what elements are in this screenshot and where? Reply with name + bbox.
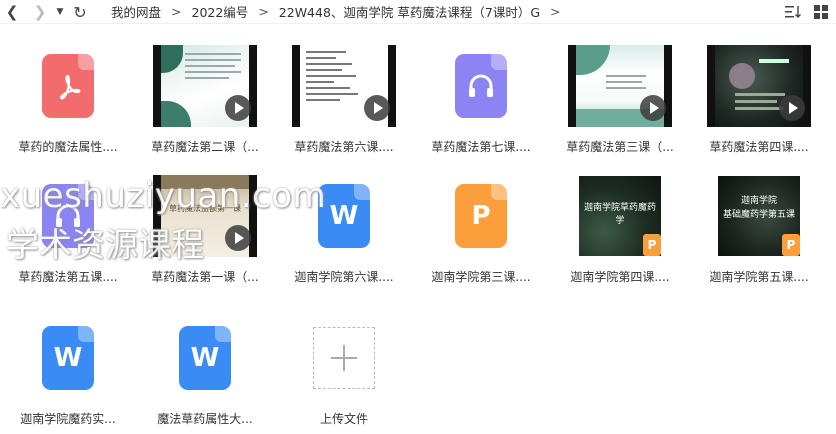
sort-icon [785, 6, 801, 18]
breadcrumb-item-root[interactable]: 我的网盘 [111, 2, 161, 21]
breadcrumb-trail-marker[interactable]: > [550, 4, 560, 19]
plus-icon [331, 345, 357, 371]
file-name: 迦南学院魔药实... [20, 412, 116, 426]
file-name: 草药魔法第五课.... [18, 270, 118, 284]
file-item[interactable]: 草药魔法第二课（... [140, 34, 270, 154]
breadcrumb-separator: > [258, 4, 269, 19]
forward-arrow-icon: ❯ [33, 3, 47, 21]
file-item[interactable]: 草药的魔法属性.... [3, 34, 133, 154]
ppt-badge-icon: P [643, 234, 661, 256]
audio-file-icon [455, 54, 507, 118]
ppt-thumbnail: 迦南学院 基础魔药学第五课 P [718, 176, 800, 256]
ppt-badge-icon: P [782, 234, 800, 256]
file-item[interactable]: 迦南学院草药魔药学 P 迦南学院第四课.... [555, 164, 685, 284]
play-icon [225, 95, 251, 121]
file-name: 迦南学院第三课.... [431, 270, 531, 284]
thumbnail-title: 迦南学院 基础魔药学第五课 [722, 196, 795, 220]
forward-button[interactable]: ❯ [30, 1, 50, 23]
file-name: 魔法草药属性大... [157, 412, 253, 426]
refresh-icon: ↻ [73, 2, 87, 22]
toolbar: ❮ ❯ ▼ ↻ 我的网盘 > 2022编号 > 22W448、迦南学院 草药魔法… [0, 0, 836, 24]
file-item[interactable]: 草药魔法第三课（... [555, 34, 685, 154]
file-name: 迦南学院第六课.... [294, 270, 394, 284]
video-thumbnail [153, 45, 257, 127]
file-item[interactable]: W 迦南学院魔药实... [3, 306, 133, 426]
word-file-icon: W [42, 326, 94, 390]
play-icon [640, 95, 666, 121]
word-file-icon: W [179, 326, 231, 390]
breadcrumb: 我的网盘 > 2022编号 > 22W448、迦南学院 草药魔法课程（7课时）G… [111, 2, 571, 21]
file-item[interactable]: P 迦南学院第三课.... [416, 164, 546, 284]
ppt-thumbnail: 迦南学院草药魔药学 P [579, 176, 661, 256]
file-item[interactable]: 草药魔法第七课.... [416, 34, 546, 154]
breadcrumb-item-current[interactable]: 22W448、迦南学院 草药魔法课程（7课时）G [279, 2, 540, 21]
breadcrumb-separator: > [171, 4, 182, 19]
file-name: 草药魔法第七课.... [431, 140, 531, 154]
back-button[interactable]: ❮ [2, 1, 22, 23]
upload-file-button[interactable]: 上传文件 [279, 306, 409, 426]
watermark-title: 学术资源课程 [6, 225, 204, 264]
back-arrow-icon: ❮ [5, 3, 19, 21]
file-name: 迦南学院第五课.... [709, 270, 809, 284]
file-name: 草药魔法第一课（... [151, 270, 259, 284]
play-icon [779, 95, 805, 121]
play-icon [364, 95, 390, 121]
caret-down-icon: ▼ [56, 7, 64, 17]
file-name: 草药魔法第三课（... [566, 140, 674, 154]
file-name: 草药魔法第六课.... [294, 140, 394, 154]
file-name: 迦南学院第四课.... [570, 270, 670, 284]
file-name: 草药魔法第二课（... [151, 140, 259, 154]
grid-view-icon [814, 5, 828, 19]
upload-label: 上传文件 [319, 412, 368, 426]
sort-button[interactable] [784, 3, 802, 21]
pdf-file-icon [42, 54, 94, 118]
file-item[interactable]: W 魔法草药属性大... [140, 306, 270, 426]
ppt-file-icon: P [455, 184, 507, 248]
view-toggle-button[interactable] [812, 3, 830, 21]
video-thumbnail [568, 45, 672, 127]
video-thumbnail [292, 45, 396, 127]
file-item[interactable]: 草药魔法第四课.... [694, 34, 824, 154]
play-icon [225, 225, 251, 251]
file-name: 草药的魔法属性.... [18, 140, 118, 154]
watermark-url: xueshuziyuan.com [0, 176, 327, 216]
video-thumbnail [707, 45, 811, 127]
history-dropdown[interactable]: ▼ [54, 1, 66, 23]
thumbnail-title: 迦南学院草药魔药学 [583, 203, 656, 226]
file-item[interactable]: 草药魔法第六课.... [279, 34, 409, 154]
breadcrumb-item-folder[interactable]: 2022编号 [192, 2, 249, 21]
refresh-button[interactable]: ↻ [70, 1, 90, 23]
upload-tile[interactable] [313, 327, 375, 389]
file-name: 草药魔法第四课.... [709, 140, 809, 154]
file-item[interactable]: 迦南学院 基础魔药学第五课 P 迦南学院第五课.... [694, 164, 824, 284]
